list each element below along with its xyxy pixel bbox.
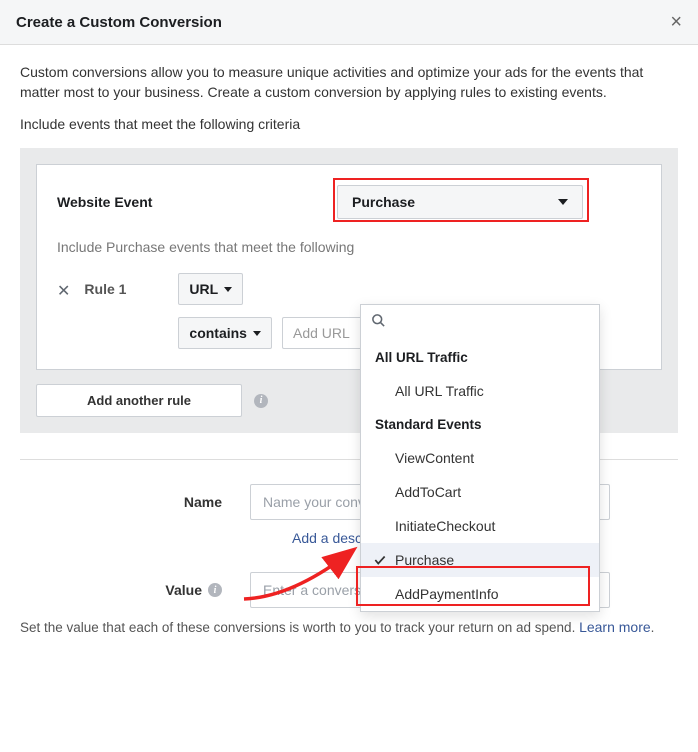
rule-number-label: Rule 1	[84, 273, 164, 297]
modal-header: Create a Custom Conversion ×	[0, 0, 698, 45]
rule-field-value: URL	[189, 281, 218, 297]
dropdown-section-header: Standard Events	[361, 408, 599, 441]
rule-operator-dropdown[interactable]: contains	[178, 317, 272, 349]
chevron-down-icon	[253, 331, 261, 336]
include-events-text: Include Purchase events that meet the fo…	[57, 239, 641, 255]
dropdown-section-header: All URL Traffic	[361, 341, 599, 374]
rule-field-dropdown[interactable]: URL	[178, 273, 243, 305]
dropdown-item-label: Purchase	[395, 552, 454, 568]
footer-text-part: Set the value that each of these convers…	[20, 620, 579, 635]
value-label: Value	[165, 582, 202, 598]
info-icon[interactable]: i	[208, 583, 222, 597]
name-label: Name	[20, 494, 250, 510]
learn-more-link[interactable]: Learn more	[579, 619, 651, 635]
close-icon[interactable]: ×	[670, 12, 682, 32]
footer-help-text: Set the value that each of these convers…	[20, 618, 678, 638]
intro-text: Custom conversions allow you to measure …	[20, 63, 678, 102]
dropdown-search[interactable]	[361, 305, 599, 341]
dropdown-item-viewcontent[interactable]: ViewContent	[361, 441, 599, 475]
info-icon[interactable]: i	[254, 394, 268, 408]
dropdown-item-all-url-traffic[interactable]: All URL Traffic	[361, 374, 599, 408]
chevron-down-icon	[224, 287, 232, 292]
remove-rule-icon[interactable]: ✕	[57, 273, 70, 301]
dropdown-item-purchase[interactable]: Purchase	[361, 543, 599, 577]
website-event-dropdown[interactable]: Purchase	[337, 185, 583, 219]
chevron-down-icon	[558, 199, 568, 205]
modal-body-scroll[interactable]: Custom conversions allow you to measure …	[0, 45, 698, 752]
modal-title: Create a Custom Conversion	[16, 14, 222, 31]
dropdown-list[interactable]: All URL Traffic All URL Traffic Standard…	[361, 341, 599, 611]
website-event-selected: Purchase	[352, 194, 415, 210]
check-icon	[373, 553, 387, 570]
dropdown-item-initiatecheckout[interactable]: InitiateCheckout	[361, 509, 599, 543]
rule-operator-value: contains	[189, 325, 247, 341]
add-another-rule-button[interactable]: Add another rule	[36, 384, 242, 417]
criteria-text: Include events that meet the following c…	[20, 116, 678, 132]
search-icon	[371, 313, 386, 328]
dropdown-item-addpaymentinfo[interactable]: AddPaymentInfo	[361, 577, 599, 611]
website-event-label: Website Event	[57, 194, 337, 210]
dropdown-item-addtocart[interactable]: AddToCart	[361, 475, 599, 509]
event-dropdown-panel: All URL Traffic All URL Traffic Standard…	[360, 304, 600, 612]
